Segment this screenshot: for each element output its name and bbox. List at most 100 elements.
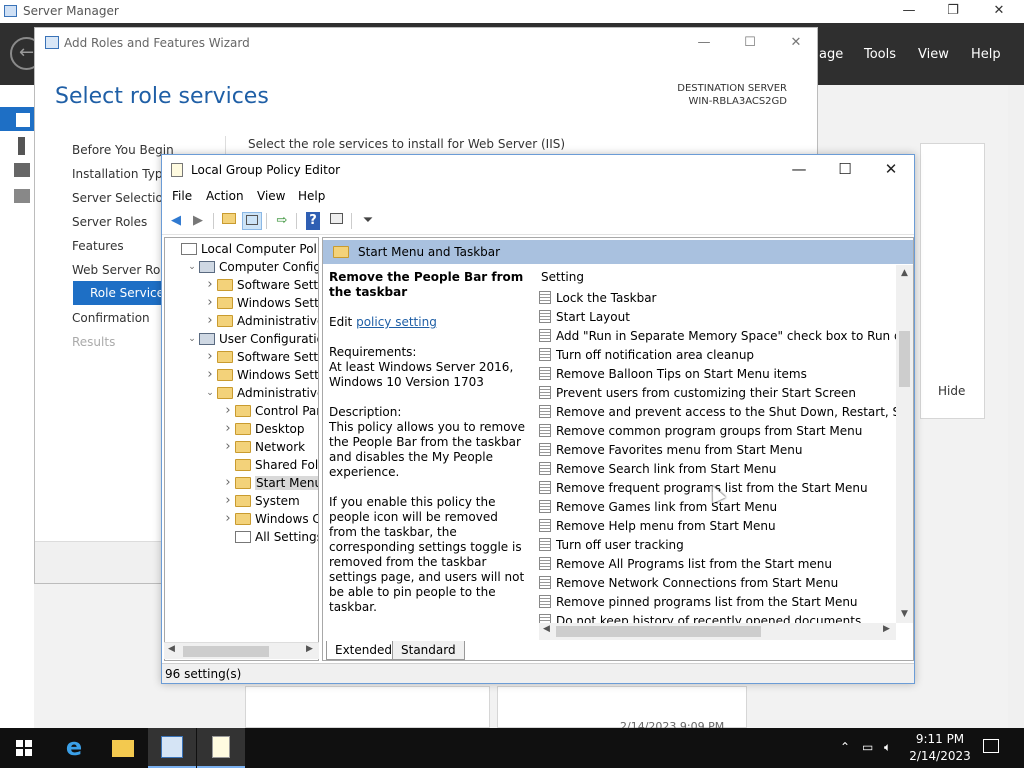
setting-row[interactable]: Lock the Taskbar [539,289,657,308]
gpe-maximize-button[interactable]: ☐ [822,155,868,185]
setting-row[interactable]: Remove pinned programs list from the Sta… [539,593,858,612]
setting-row[interactable]: Remove frequent programs list from the S… [539,479,868,498]
wizard-maximize-button[interactable]: ☐ [735,32,765,54]
properties-icon[interactable] [326,212,346,230]
chevron-down-icon[interactable]: ⌄ [185,330,199,348]
chevron-right-icon[interactable]: › [203,276,217,294]
wizard-step-before-you-begin[interactable]: Before You Begin [72,143,174,157]
wizard-step-features[interactable]: Features [72,239,124,253]
tree-node[interactable]: All Settings [221,528,318,546]
tree-node[interactable]: › Software Settings [203,348,318,366]
setting-row[interactable]: Start Layout [539,308,630,327]
scroll-down-icon[interactable]: ▼ [899,609,910,619]
sm-close-button[interactable]: ✕ [976,0,1022,23]
tree-node[interactable]: › Network [221,438,305,456]
start-button[interactable] [0,728,48,768]
tree-node[interactable]: › Windows Setting [203,366,318,384]
tree-node[interactable]: Shared Folder [221,456,318,474]
scroll-thumb[interactable] [556,626,761,637]
settings-column-header[interactable]: Setting [541,270,584,284]
chevron-right-icon[interactable]: › [203,312,217,330]
setting-row[interactable]: Remove All Programs list from the Start … [539,555,832,574]
setting-row[interactable]: Remove common program groups from Start … [539,422,862,441]
tree-node[interactable]: › Windows Setting [203,294,318,312]
wizard-step-web-server-role[interactable]: Web Server Role [72,263,171,277]
tree-node[interactable]: › Windows Cor [221,510,318,528]
menu-view[interactable]: View [257,189,285,203]
settings-horizontal-scrollbar[interactable]: ◀ ▶ [539,623,896,640]
chevron-right-icon[interactable]: › [221,474,235,492]
wizard-step-installation-type[interactable]: Installation Type [72,167,170,181]
gpe-close-button[interactable]: ✕ [868,155,914,185]
taskbar-file-explorer[interactable] [99,728,147,768]
chevron-right-icon[interactable]: › [203,348,217,366]
sm-minimize-button[interactable]: — [886,0,932,23]
chevron-right-icon[interactable]: › [203,366,217,384]
scroll-left-icon[interactable]: ◀ [168,644,175,654]
tree-node[interactable]: › Control Panel [221,402,318,420]
tab-standard[interactable]: Standard [392,641,465,660]
menu-file[interactable]: File [172,189,192,203]
chevron-right-icon[interactable]: › [221,510,235,528]
clock-date[interactable]: 2/14/2023 [905,749,975,763]
chevron-down-icon[interactable]: ⌄ [203,384,217,402]
tray-network-icon[interactable]: ▭ [862,740,873,754]
taskbar-server-manager[interactable] [148,728,196,768]
tray-chevron-up-icon[interactable]: ⌃ [840,740,850,754]
sm-menu-manage[interactable]: age [819,47,843,62]
tree-node[interactable]: › System [221,492,299,510]
tree-node[interactable]: › Desktop [221,420,304,438]
sm-scrollbar[interactable] [1008,85,1024,728]
wizard-step-confirmation[interactable]: Confirmation [72,311,150,325]
taskbar-internet-explorer[interactable]: e [50,728,98,768]
action-center-icon[interactable] [983,739,999,753]
chevron-right-icon[interactable]: › [221,420,235,438]
wizard-step-server-roles[interactable]: Server Roles [72,215,147,229]
scroll-right-icon[interactable]: ▶ [883,624,890,634]
tree-node[interactable]: › Software Settings [203,276,318,294]
wizard-minimize-button[interactable]: — [689,32,719,54]
setting-row[interactable]: Remove and prevent access to the Shut Do… [539,403,913,422]
setting-row[interactable]: Prevent users from customizing their Sta… [539,384,856,403]
tree-node[interactable]: ⌄ User Configuration [185,330,318,348]
file-services-icon[interactable] [14,189,30,203]
setting-row[interactable]: Remove Balloon Tips on Start Menu items [539,365,807,384]
scroll-up-icon[interactable]: ▲ [899,268,910,278]
up-folder-icon[interactable] [219,212,239,230]
sm-menu-tools[interactable]: Tools [864,47,896,62]
back-icon[interactable]: ◀ [166,212,186,230]
chevron-right-icon[interactable]: › [221,402,235,420]
tree-node[interactable]: ⌄ Computer Configura [185,258,318,276]
tree-node[interactable]: ⌄ Administrative Te [203,384,318,402]
tree-node[interactable]: Local Computer Policy [167,240,318,258]
tree-node[interactable]: › Start Menu ar [221,474,318,492]
chevron-right-icon[interactable]: › [221,438,235,456]
scroll-thumb[interactable] [899,331,910,387]
setting-row[interactable]: Remove Games link from Start Menu [539,498,777,517]
chevron-down-icon[interactable]: ⌄ [185,258,199,276]
forward-icon[interactable]: ▶ [188,212,208,230]
setting-row[interactable]: Remove Favorites menu from Start Menu [539,441,802,460]
wizard-close-button[interactable]: ✕ [781,32,811,54]
scroll-thumb[interactable] [183,646,269,657]
sm-menu-view[interactable]: View [918,47,949,62]
scroll-right-icon[interactable]: ▶ [306,644,313,654]
setting-row[interactable]: Remove Search link from Start Menu [539,460,776,479]
scroll-left-icon[interactable]: ◀ [543,624,550,634]
local-server-icon[interactable] [18,137,25,155]
clock-time[interactable]: 9:11 PM [905,732,975,746]
tree-node[interactable]: › Administrative Te [203,312,318,330]
wizard-step-server-selection[interactable]: Server Selection [72,191,170,205]
taskbar-group-policy-editor[interactable] [197,728,245,768]
setting-row[interactable]: Remove Network Connections from Start Me… [539,574,838,593]
tab-extended[interactable]: Extended [326,641,401,660]
export-list-icon[interactable]: ⇨ [272,212,292,230]
filter-icon[interactable]: ⏷ [358,212,378,230]
tree-horizontal-scrollbar[interactable]: ◀ ▶ [164,642,319,659]
sm-menu-help[interactable]: Help [971,47,1001,62]
help-icon[interactable]: ? [306,212,320,230]
menu-action[interactable]: Action [206,189,244,203]
chevron-right-icon[interactable]: › [221,492,235,510]
show-hide-tree-icon[interactable] [242,212,262,230]
menu-help[interactable]: Help [298,189,325,203]
